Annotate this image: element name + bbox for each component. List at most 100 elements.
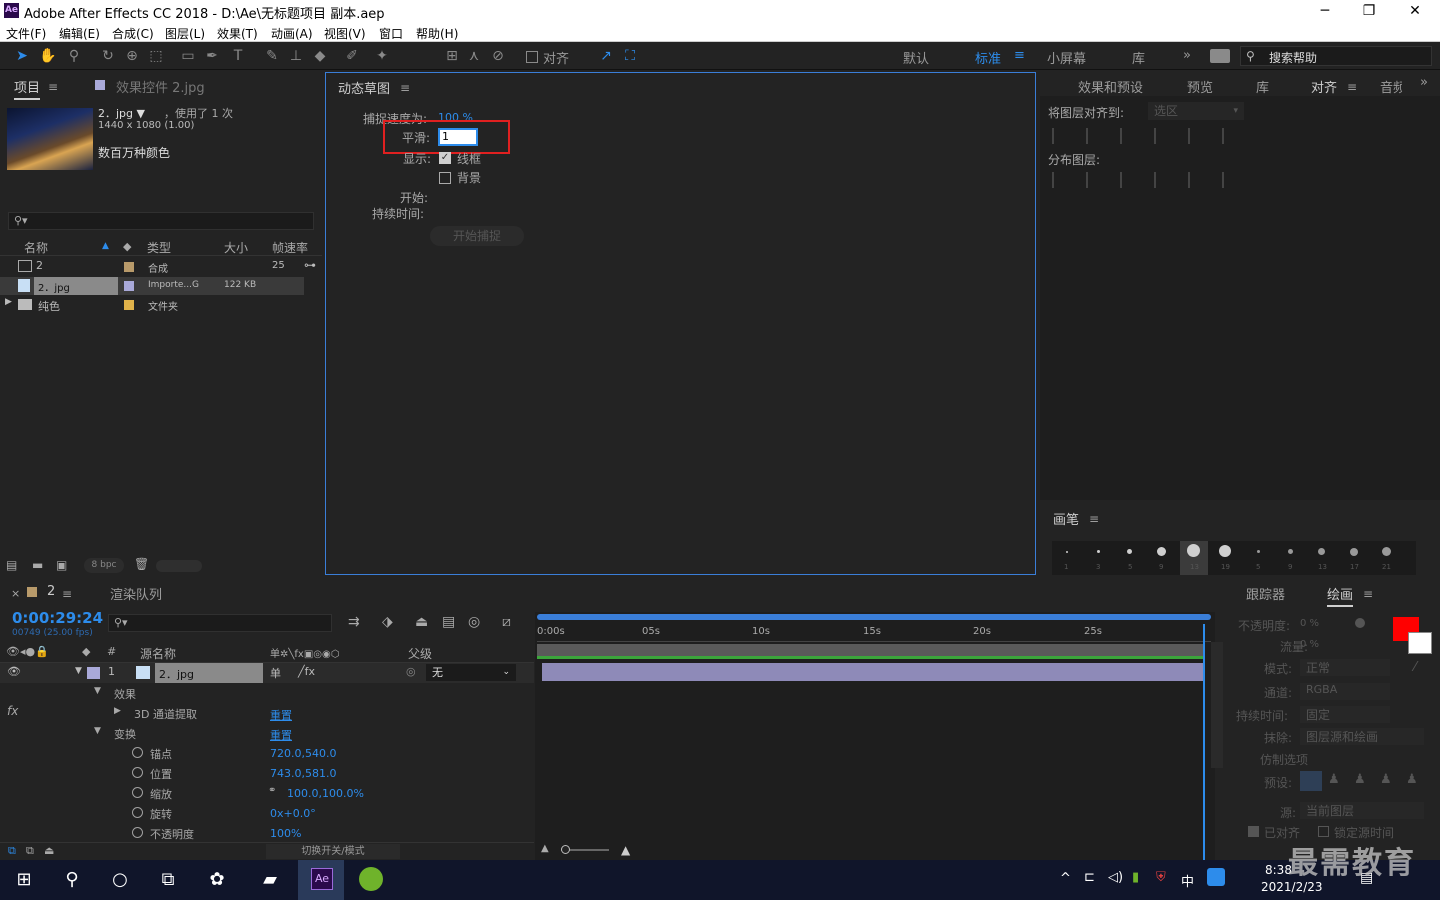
- stopwatch-icon[interactable]: [132, 807, 143, 818]
- shy-switch-icon[interactable]: 单: [270, 665, 281, 681]
- brush-tip[interactable]: [1382, 547, 1391, 556]
- time-ruler[interactable]: 0:00s 05s 10s 15s 20s 25s: [537, 622, 1211, 642]
- snap-icon[interactable]: ↗: [596, 46, 616, 66]
- eraser-tool-icon[interactable]: ◆: [310, 46, 330, 66]
- world-axis-icon[interactable]: ⋏: [464, 46, 484, 66]
- tab-effect-controls[interactable]: 效果控件 2.jpg: [116, 77, 205, 96]
- puppet-tool-icon[interactable]: ✦: [372, 46, 392, 66]
- new-composition-icon[interactable]: ▣: [56, 558, 67, 572]
- aligned-checkbox[interactable]: [1248, 826, 1259, 837]
- brush-tip[interactable]: [1127, 549, 1132, 554]
- brush-tip[interactable]: [1157, 547, 1166, 556]
- eyedropper-icon[interactable]: ⁄: [1414, 660, 1416, 675]
- layer-switches-icon[interactable]: ⧉: [8, 844, 16, 858]
- col-size[interactable]: 大小: [224, 239, 248, 256]
- menu-layer[interactable]: 图层(L): [165, 25, 205, 42]
- brush-tip[interactable]: [1350, 548, 1358, 556]
- align-left-icon[interactable]: [1052, 128, 1070, 144]
- menu-effect[interactable]: 效果(T): [217, 25, 258, 42]
- after-effects-app-icon[interactable]: Ae: [311, 868, 333, 890]
- roto-brush-tool-icon[interactable]: ✐: [342, 46, 362, 66]
- erase-select[interactable]: 图层源和绘画: [1300, 728, 1424, 745]
- workspace-more-icon[interactable]: »: [1183, 48, 1191, 63]
- background-color-swatch[interactable]: [1408, 632, 1432, 654]
- comp-mini-flowchart-icon[interactable]: ⇉: [348, 614, 360, 630]
- vertical-scrollbar[interactable]: [1211, 642, 1223, 768]
- clone-preset-3-icon[interactable]: ♟: [1354, 772, 1366, 787]
- tab-effects-presets[interactable]: 效果和预设: [1078, 77, 1143, 96]
- brush-tool-icon[interactable]: ✎: [262, 46, 282, 66]
- pan-behind-tool-icon[interactable]: ⬚: [146, 46, 166, 66]
- clone-preset-2-icon[interactable]: ♟: [1328, 772, 1340, 787]
- trash-icon[interactable]: 🗑: [134, 557, 149, 571]
- brush-tip[interactable]: [1097, 550, 1100, 553]
- stopwatch-icon[interactable]: [132, 827, 143, 838]
- panel-menu-icon[interactable]: ≡: [1363, 587, 1373, 601]
- zoom-tool-icon[interactable]: ⚲: [64, 46, 84, 66]
- clock-date[interactable]: 2021/2/23: [1261, 880, 1323, 894]
- timeline-search-input[interactable]: ⚲▾: [108, 614, 332, 632]
- local-axis-icon[interactable]: ⊞: [442, 46, 462, 66]
- clone-preset-5-icon[interactable]: ♟: [1406, 772, 1418, 787]
- label-swatch[interactable]: [124, 300, 134, 310]
- task-view-icon[interactable]: ⧉: [156, 868, 180, 892]
- collapse-triangle-icon[interactable]: ▼: [75, 666, 82, 676]
- parent-select[interactable]: 无 ⌄: [426, 664, 516, 681]
- help-search-input[interactable]: ⚲ 搜索帮助: [1240, 46, 1432, 66]
- comp-work-area[interactable]: [537, 644, 1205, 656]
- nvidia-icon[interactable]: ▮: [1132, 870, 1139, 885]
- layer-row[interactable]: 👁 ▼ 1 2．jpg 单 ╱fx ◎ 无 ⌄: [0, 663, 534, 683]
- menu-window[interactable]: 窗口: [379, 25, 403, 42]
- col-parent[interactable]: 父级: [408, 645, 432, 662]
- hand-tool-icon[interactable]: ✋: [38, 46, 58, 66]
- property-value[interactable]: 100%: [270, 827, 301, 840]
- tab-library[interactable]: 库: [1256, 77, 1269, 96]
- snap-grid-icon[interactable]: ⛶: [620, 46, 640, 66]
- menu-file[interactable]: 文件(F): [6, 25, 46, 42]
- brush-tip[interactable]: [1318, 548, 1325, 555]
- panel-menu-icon[interactable]: ≡: [62, 587, 72, 601]
- maximize-button[interactable]: ❐: [1346, 0, 1392, 22]
- panel-menu-icon[interactable]: ≡: [48, 80, 58, 94]
- stopwatch-icon[interactable]: [132, 747, 143, 758]
- reset-link[interactable]: 重置: [270, 727, 292, 743]
- ime-indicator[interactable]: 中: [1181, 871, 1194, 890]
- mode-select[interactable]: 正常: [1300, 659, 1390, 676]
- menu-help[interactable]: 帮助(H): [416, 25, 458, 42]
- brush-tip-selected[interactable]: [1187, 544, 1200, 557]
- project-search-input[interactable]: ⚲▾: [8, 212, 314, 230]
- draft-3d-icon[interactable]: ⬗: [382, 614, 393, 630]
- quality-switch-icon[interactable]: ╱fx: [298, 665, 315, 678]
- start-capture-button[interactable]: 开始捕捉: [430, 226, 524, 246]
- hide-shy-icon[interactable]: ⏏: [415, 614, 428, 630]
- network-icon[interactable]: ⊏: [1084, 870, 1095, 885]
- tray-chevron-icon[interactable]: ^: [1060, 871, 1071, 886]
- view-axis-icon[interactable]: ⊘: [488, 46, 508, 66]
- tab-tracker[interactable]: 跟踪器: [1246, 584, 1285, 603]
- motion-sketch-title[interactable]: 动态草图: [338, 78, 390, 97]
- sync-settings-icon[interactable]: [1210, 49, 1230, 63]
- work-area-bar[interactable]: [537, 614, 1211, 620]
- zoom-out-icon[interactable]: ▲: [541, 843, 549, 854]
- volume-icon[interactable]: ◁): [1108, 870, 1123, 885]
- label-swatch[interactable]: [124, 281, 134, 291]
- tab-audio[interactable]: 音频: [1380, 77, 1402, 96]
- workspace-small-screen[interactable]: 小屏幕: [1047, 48, 1086, 67]
- timecode[interactable]: 0:00:29:24: [12, 609, 103, 627]
- brush-tip[interactable]: [1257, 550, 1260, 553]
- brush-tip[interactable]: [1219, 545, 1231, 557]
- rotate-tool-icon[interactable]: ↻: [98, 46, 118, 66]
- current-time-indicator[interactable]: [1203, 624, 1205, 860]
- table-row[interactable]: ▶ 纯色 文件夹: [0, 296, 304, 314]
- workspace-default[interactable]: 默认: [903, 48, 929, 67]
- camera-tool-icon[interactable]: ⊕: [122, 46, 142, 66]
- layer-name[interactable]: 2．jpg: [159, 666, 194, 682]
- stopwatch-icon[interactable]: [132, 767, 143, 778]
- label-swatch[interactable]: [124, 262, 134, 272]
- lock-time-checkbox[interactable]: [1318, 826, 1329, 837]
- workspace-library[interactable]: 库: [1132, 48, 1145, 67]
- thumbnail-slider[interactable]: [156, 560, 202, 572]
- new-folder-icon[interactable]: ▬: [32, 558, 43, 572]
- property-value[interactable]: 720.0,540.0: [270, 747, 336, 760]
- layer-duration-bar[interactable]: [542, 663, 1205, 681]
